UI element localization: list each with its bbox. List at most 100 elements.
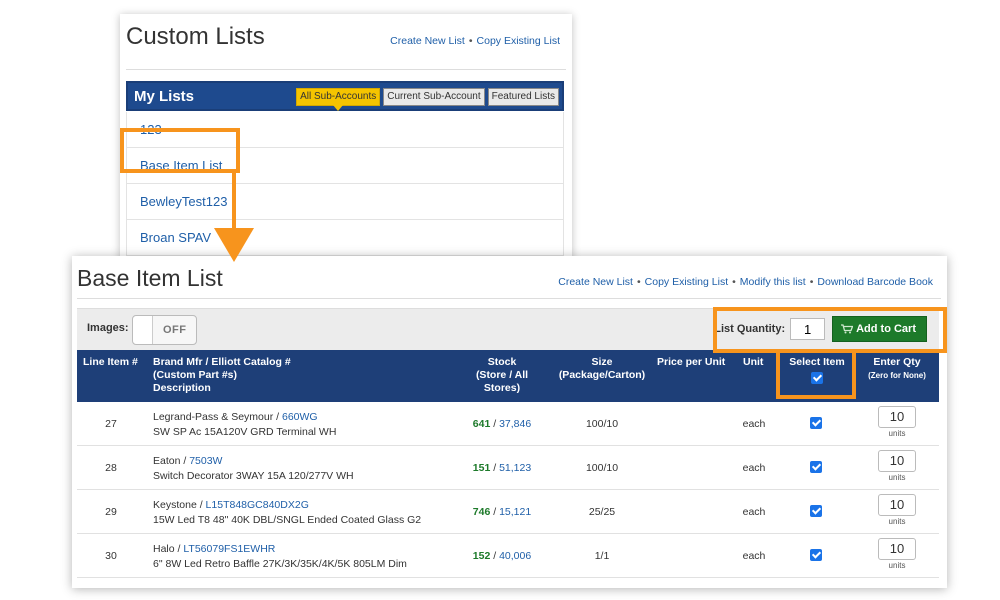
add-to-cart-button[interactable]: Add to Cart	[832, 316, 927, 342]
stock-all-link[interactable]: 37,846	[499, 418, 531, 430]
stock-store: 151	[472, 462, 491, 474]
qty-unit: units	[888, 517, 906, 526]
stock-all-link[interactable]: 15,121	[499, 506, 531, 518]
tab-current-sub-account[interactable]: Current Sub-Account	[383, 88, 485, 106]
col-size-line1: Size	[591, 356, 613, 368]
description-text: 15W Led T8 48" 40K DBL/SNGL Ended Coated…	[153, 514, 422, 526]
stock-store: 746	[472, 506, 491, 518]
unit: each	[742, 462, 766, 474]
col-stock-line3: Stores)	[483, 382, 521, 394]
select-item-cell	[810, 549, 822, 561]
col-qty: Enter Qty (Zero for None)	[859, 356, 935, 382]
select-item-checkbox[interactable]	[810, 505, 822, 517]
qty-input[interactable]: 10	[878, 538, 916, 560]
list-item-123[interactable]: 123	[126, 112, 564, 148]
col-stock-line2: (Store / All	[475, 369, 529, 381]
brand-mfr: Keystone /	[153, 499, 203, 511]
stock: 641 / 37,846	[452, 418, 552, 430]
table-row: 27 Legrand-Pass & Seymour / 660WG SW SP …	[77, 402, 939, 446]
custom-lists-list: 123 Base Item List BewleyTest123 Broan S…	[126, 112, 564, 264]
list-actions: Create New List • Copy Existing List • Modif…	[558, 276, 933, 288]
select-item-checkbox[interactable]	[810, 461, 822, 473]
download-barcode-book-link[interactable]: Download Barcode Book	[817, 276, 933, 288]
col-unit: Unit	[743, 356, 764, 368]
col-brand-line1: Brand Mfr / Elliott Catalog #	[153, 356, 291, 368]
table-row: 29 Keystone / L15T848GC840DX2G 15W Led T…	[77, 490, 939, 534]
cart-icon	[841, 324, 854, 334]
table-body: 27 Legrand-Pass & Seymour / 660WG SW SP …	[77, 402, 939, 578]
col-brand-line3: Description	[153, 382, 211, 394]
custom-lists-title: Custom Lists	[126, 23, 265, 50]
tab-featured-lists[interactable]: Featured Lists	[487, 88, 559, 106]
qty-cell: 10 units	[875, 406, 919, 438]
size: 1/1	[594, 550, 610, 562]
table-header: Line Item # Brand Mfr / Elliott Catalog …	[77, 350, 939, 402]
sub-account-tabs: All Sub-Accounts Current Sub-Account Fea…	[296, 88, 559, 111]
list-item-broan-spav[interactable]: Broan SPAV	[126, 220, 564, 256]
list-item-base-item-list[interactable]: Base Item List	[126, 148, 564, 184]
qty-cell: 10 units	[875, 494, 919, 526]
copy-existing-list-link[interactable]: Copy Existing List	[645, 276, 728, 288]
size: 25/25	[588, 506, 616, 518]
table-row: 28 Eaton / 7503W Switch Decorator 3WAY 1…	[77, 446, 939, 490]
brand-mfr: Eaton /	[153, 455, 187, 467]
stock: 152 / 40,006	[452, 550, 552, 562]
qty-unit: units	[888, 429, 906, 438]
unit: each	[742, 418, 766, 430]
list-item-bewleytest123[interactable]: BewleyTest123	[126, 184, 564, 220]
col-line-item: Line Item #	[83, 356, 138, 368]
stock-separator: /	[493, 462, 497, 474]
brand-mfr: Legrand-Pass & Seymour /	[153, 411, 280, 423]
catalog-link[interactable]: LT56079FS1EWHR	[183, 543, 275, 555]
line-item-number: 27	[105, 418, 117, 430]
copy-existing-list-link[interactable]: Copy Existing List	[477, 35, 560, 47]
description-text: SW SP Ac 15A120V GRD Terminal WH	[153, 426, 337, 438]
select-item-cell	[810, 461, 822, 473]
separator-dot: •	[636, 276, 641, 288]
unit: each	[742, 550, 766, 562]
unit: each	[742, 506, 766, 518]
tab-all-sub-accounts[interactable]: All Sub-Accounts	[296, 88, 381, 111]
col-size: Size (Package/Carton)	[552, 356, 652, 382]
qty-cell: 10 units	[875, 450, 919, 482]
qty-input[interactable]: 10	[878, 406, 916, 428]
item-description: Eaton / 7503W Switch Decorator 3WAY 15A …	[153, 454, 354, 484]
qty-input[interactable]: 10	[878, 450, 916, 472]
modify-list-link[interactable]: Modify this list	[740, 276, 806, 288]
images-toggle[interactable]: OFF	[132, 315, 197, 345]
col-qty-line1: Enter Qty	[873, 356, 921, 368]
col-stock-line1: Stock	[487, 356, 517, 368]
stock-all-link[interactable]: 40,006	[499, 550, 531, 562]
col-size-line2: (Package/Carton)	[558, 369, 646, 381]
my-lists-bar: My Lists All Sub-Accounts Current Sub-Ac…	[126, 81, 564, 111]
catalog-link[interactable]: 660WG	[282, 411, 318, 423]
select-item-cell	[810, 417, 822, 429]
catalog-link[interactable]: 7503W	[189, 455, 222, 467]
col-brand: Brand Mfr / Elliott Catalog # (Custom Pa…	[153, 356, 291, 395]
stock-store: 152	[472, 550, 491, 562]
list-quantity-input[interactable]	[790, 318, 826, 340]
stock-all-link[interactable]: 51,123	[499, 462, 531, 474]
item-description: Halo / LT56079FS1EWHR 6" 8W Led Retro Ba…	[153, 542, 407, 572]
line-item-number: 30	[105, 550, 117, 562]
my-lists-label: My Lists	[134, 88, 195, 105]
select-item-checkbox[interactable]	[810, 549, 822, 561]
create-new-list-link[interactable]: Create New List	[390, 35, 465, 47]
separator-dot: •	[732, 276, 736, 288]
create-new-list-link[interactable]: Create New List	[558, 276, 633, 288]
col-qty-line2: (Zero for None)	[868, 371, 926, 380]
select-item-checkbox[interactable]	[810, 417, 822, 429]
line-item-number: 28	[105, 462, 117, 474]
col-brand-line2: (Custom Part #s)	[153, 369, 238, 381]
catalog-link[interactable]: L15T848GC840DX2G	[206, 499, 309, 511]
description-text: 6" 8W Led Retro Baffle 27K/3K/35K/4K/5K …	[153, 558, 407, 570]
qty-input[interactable]: 10	[878, 494, 916, 516]
select-all-checkbox[interactable]	[811, 372, 823, 384]
separator-dot: •	[468, 35, 473, 47]
col-stock: Stock (Store / All Stores)	[452, 356, 552, 395]
select-item-cell	[810, 505, 822, 517]
qty-cell: 10 units	[875, 538, 919, 570]
custom-lists-actions: Create New List • Copy Existing List	[390, 35, 560, 47]
table-row: 30 Halo / LT56079FS1EWHR 6" 8W Led Retro…	[77, 534, 939, 578]
stock-separator: /	[493, 418, 497, 430]
